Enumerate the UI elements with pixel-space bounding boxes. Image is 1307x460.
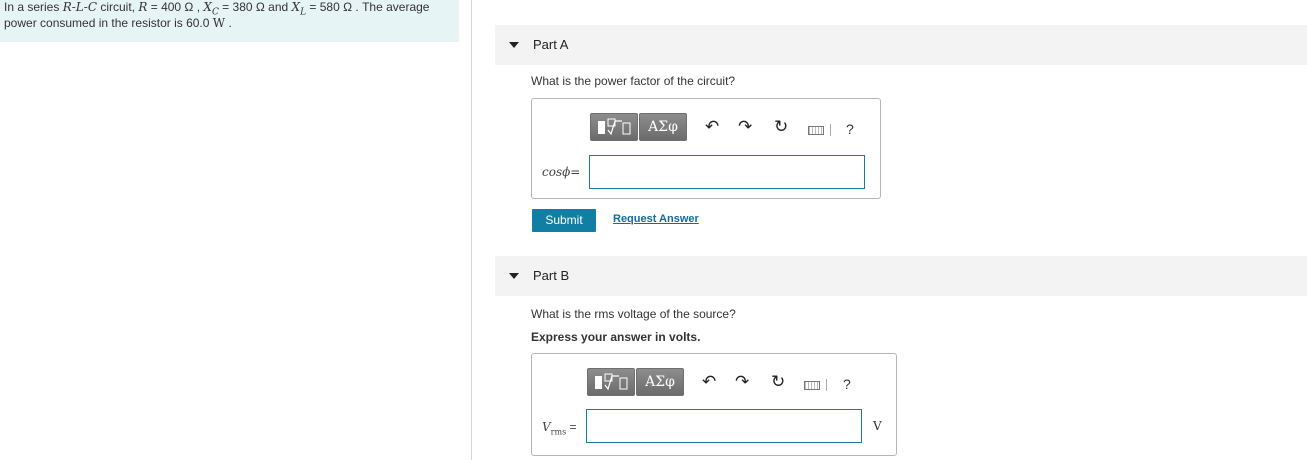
templates-icon [595,373,628,391]
submit-button[interactable]: Submit [532,209,596,232]
help-icon[interactable]: ? [846,121,854,137]
part-b-answer-box: ΑΣφ ↶ ↷ ↻ ? Vrms = V [531,353,897,456]
problem-line-2: power consumed in the resistor is 60.0 W… [4,16,232,30]
keyboard-icon[interactable] [808,126,824,135]
capacitive-reactance-value: = 380 Ω and [218,0,292,14]
inductive-reactance-value: = 580 Ω . The average [306,0,430,14]
part-b-question: What is the rms voltage of the source? [531,307,736,321]
undo-icon[interactable]: ↶ [702,372,716,392]
part-a-header[interactable]: Part A [495,25,1307,65]
collapse-caret-icon[interactable] [509,42,519,48]
reset-icon[interactable]: ↻ [771,372,785,392]
vrms-input[interactable] [586,409,862,443]
power-factor-label: cosϕ= [542,165,581,179]
power-unit: W [212,16,226,30]
templates-button[interactable] [587,368,635,396]
part-a-question: What is the power factor of the circuit? [531,74,736,88]
inductive-reactance-symbol: X [291,0,301,14]
symbols-button[interactable]: ΑΣφ [636,368,684,396]
part-b-title: Part B [533,268,570,283]
circuit-type: R-L-C [62,0,97,14]
vrms-label: Vrms = [542,420,577,437]
help-icon[interactable]: ? [843,376,851,392]
templates-button[interactable] [590,113,638,141]
templates-icon [598,118,631,136]
symbols-button[interactable]: ΑΣφ [639,113,687,141]
redo-icon[interactable]: ↷ [735,372,749,392]
volts-unit: V [873,419,882,433]
power-factor-input[interactable] [589,155,865,189]
resistance-value: = 400 Ω , [147,0,204,14]
toolbar-separator [830,124,831,136]
part-a-title: Part A [533,37,569,52]
capacitive-reactance-symbol: X [203,0,212,14]
redo-icon[interactable]: ↷ [738,117,752,137]
collapse-caret-icon[interactable] [509,273,519,279]
column-divider [471,0,472,460]
problem-statement: In a series R-L-C circuit, R = 400 Ω , X… [0,0,459,42]
keyboard-icon[interactable] [804,381,820,390]
reset-icon[interactable]: ↻ [774,117,788,137]
toolbar-separator [826,379,827,391]
part-b-instruction: Express your answer in volts. [531,330,701,344]
part-b-header[interactable]: Part B [495,256,1307,296]
undo-icon[interactable]: ↶ [705,117,719,137]
part-a-answer-box: ΑΣφ ↶ ↷ ↻ ? cosϕ= [531,98,881,199]
request-answer-link[interactable]: Request Answer [613,213,699,225]
